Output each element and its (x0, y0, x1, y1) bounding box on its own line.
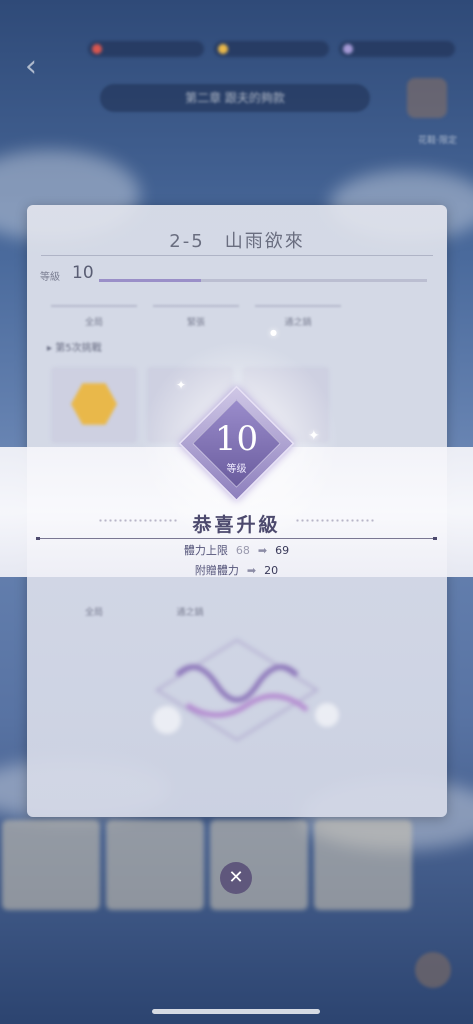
arrow-right-icon: ➡ (246, 563, 257, 577)
stat-new-value: 69 (275, 543, 290, 557)
resource-bar (88, 40, 456, 58)
rule-end-right (433, 537, 437, 540)
rule-end-left (36, 537, 40, 540)
column-headers: 全局 緊張 通之鍋 (51, 305, 341, 328)
stat-row-bonus-stamina: 附贈體力 ➡ 20 (0, 562, 473, 578)
resource-gem (339, 41, 456, 57)
level-value: 10 (72, 263, 94, 283)
section-label: 第5次挑戰 (55, 343, 102, 354)
stage-card[interactable] (314, 820, 412, 910)
sparkle-icon: ● (270, 328, 277, 337)
column-label: 全局 (84, 318, 103, 328)
back-button[interactable]: ‹ (14, 50, 48, 84)
column-1: 全局 (51, 305, 137, 328)
resource-gold (213, 41, 330, 57)
shoe-label: 花鞋·限定 (418, 136, 457, 146)
stat-row-stamina-cap: 體力上限 68 ➡ 69 (0, 542, 473, 558)
game-logo-art (153, 638, 339, 742)
level-progress-bar (99, 279, 427, 282)
stage-card[interactable] (2, 820, 100, 910)
chapter-selector[interactable]: 第二章 跟夫的夠款 (100, 84, 370, 112)
section-header: ▸ 第5次挑戰 (47, 343, 102, 354)
heart-icon (92, 44, 102, 54)
home-indicator[interactable] (152, 1009, 320, 1014)
badge-icon (71, 383, 117, 425)
coin-icon (217, 44, 228, 54)
lower-column-labels: 全局 通之鍋 (51, 605, 233, 618)
new-level-number: 10 (214, 419, 259, 459)
column-label: 緊張 (186, 318, 205, 328)
level-badge: 10 等级 (178, 385, 295, 502)
stat-new-value: 20 (264, 563, 279, 577)
reward-item[interactable] (51, 367, 137, 443)
lower-column-label: 通之鍋 (176, 608, 204, 618)
column-2: 緊張 (153, 305, 239, 328)
column-3: 通之鍋 (255, 305, 341, 328)
close-button[interactable]: ✕ (220, 862, 252, 894)
stat-old-value: 68 (235, 543, 250, 557)
level-progress-fill (99, 279, 201, 282)
resource-stamina (88, 41, 204, 57)
level-up-title: 恭喜升級 (192, 514, 281, 536)
divider (41, 255, 433, 256)
title-rule (40, 538, 433, 539)
level-label: 等級 (40, 272, 60, 283)
stat-name: 體力上限 (183, 544, 228, 557)
lower-column-label: 全局 (84, 608, 103, 618)
sparkle-icon: ✦ (308, 428, 320, 444)
column-label: 通之鍋 (284, 318, 312, 328)
gem-icon (343, 44, 354, 54)
stat-name: 附贈體力 (194, 564, 239, 577)
avatar[interactable] (415, 952, 451, 988)
arrow-right-icon: ➡ (257, 543, 268, 557)
stage-card[interactable] (106, 820, 204, 910)
stage-title: 2-5 山雨欲來 (169, 231, 305, 252)
new-level-word: 等级 (226, 464, 247, 475)
shoe-icon[interactable] (407, 78, 447, 118)
